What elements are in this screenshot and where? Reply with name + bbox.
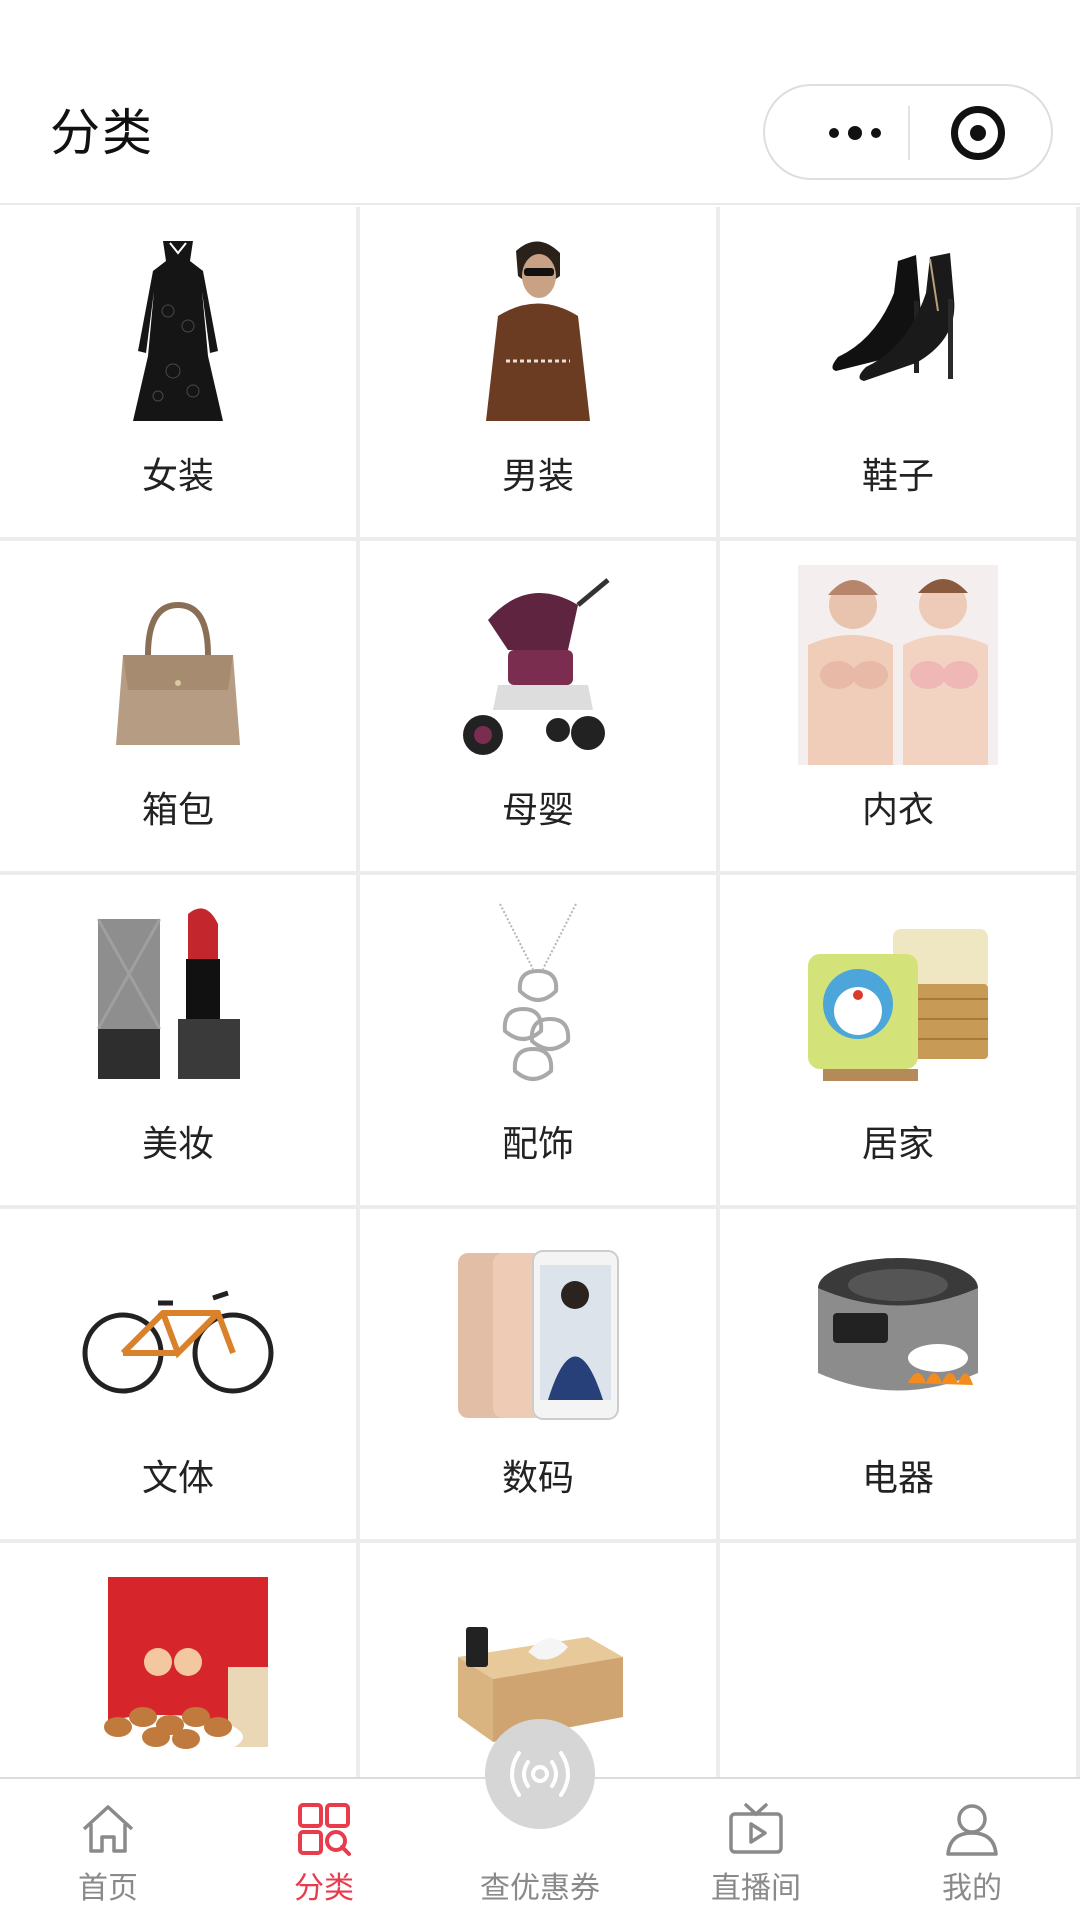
category-grid: 女装 男装 鞋子 箱包 母婴 内衣 美妆 配饰 居家 文体 数码 电器 [0, 207, 1080, 1777]
category-item-sports[interactable]: 文体 [0, 1209, 356, 1539]
tab-live-room[interactable]: 直播间 [648, 1779, 864, 1920]
tv-icon [729, 1803, 783, 1854]
home-icon [82, 1805, 134, 1853]
pillow-image [808, 929, 988, 1081]
category-item-baby[interactable]: 母婴 [360, 541, 716, 871]
category-item-empty [720, 1543, 1076, 1777]
category-label: 电器 [861, 1458, 934, 1499]
category-item-digital[interactable]: 数码 [360, 1209, 716, 1539]
bottom-tab-bar: 首页 分类 查优惠券 直播间 我的 [0, 1719, 1080, 1920]
tab-label: 首页 [78, 1871, 138, 1906]
category-label: 箱包 [141, 790, 214, 831]
category-label: 母婴 [501, 790, 574, 831]
category-item-lingerie[interactable]: 内衣 [720, 541, 1076, 871]
tab-label: 我的 [942, 1871, 1002, 1906]
category-item-men[interactable]: 男装 [360, 207, 716, 537]
smartphone-image [458, 1250, 619, 1420]
category-label: 数码 [501, 1458, 574, 1499]
category-label: 配饰 [501, 1124, 574, 1165]
handbag-image [116, 601, 240, 745]
coupon-center-button[interactable] [485, 1719, 595, 1829]
category-label: 鞋子 [861, 456, 934, 497]
tab-label: 直播间 [711, 1871, 801, 1906]
capsule-divider [908, 106, 910, 160]
tab-category[interactable]: 分类 [216, 1779, 432, 1920]
menswear-image [486, 241, 590, 421]
close-icon[interactable] [951, 106, 1005, 160]
category-item-home[interactable]: 居家 [720, 875, 1076, 1205]
category-icon [298, 1803, 351, 1856]
bicycle-image [82, 1290, 274, 1394]
more-icon[interactable] [805, 86, 905, 180]
tab-label: 查优惠券 [480, 1871, 600, 1906]
category-label: 男装 [501, 456, 574, 497]
lipstick-image [96, 908, 240, 1079]
category-item-accessories[interactable]: 配饰 [360, 875, 716, 1205]
top-bar: 分类 [0, 0, 1080, 205]
broadcast-icon [510, 1751, 570, 1797]
tab-home[interactable]: 首页 [0, 1779, 216, 1920]
category-label: 女装 [141, 456, 214, 497]
category-label: 内衣 [861, 790, 934, 831]
dress-image [133, 241, 223, 421]
category-label: 美妆 [141, 1124, 214, 1165]
category-item-shoes[interactable]: 鞋子 [720, 207, 1076, 537]
user-icon [946, 1804, 998, 1856]
mini-program-capsule [763, 84, 1053, 180]
category-item-bags[interactable]: 箱包 [0, 541, 356, 871]
category-item-food[interactable] [0, 1543, 356, 1777]
high-heels-image [832, 253, 955, 381]
category-item-women[interactable]: 女装 [0, 207, 356, 537]
category-label: 文体 [141, 1458, 214, 1499]
rice-cooker-image [818, 1258, 978, 1391]
page-title: 分类 [50, 104, 154, 162]
category-item-appliances[interactable]: 电器 [720, 1209, 1076, 1539]
tab-label: 分类 [294, 1871, 354, 1906]
nuts-gift-box-image [83, 1577, 268, 1759]
category-item-beauty[interactable]: 美妆 [0, 875, 356, 1205]
lingerie-image [798, 565, 998, 765]
necklace-image [499, 903, 577, 1081]
category-label: 居家 [861, 1124, 934, 1165]
stroller-image [463, 578, 610, 755]
tab-mine[interactable]: 我的 [864, 1779, 1080, 1920]
